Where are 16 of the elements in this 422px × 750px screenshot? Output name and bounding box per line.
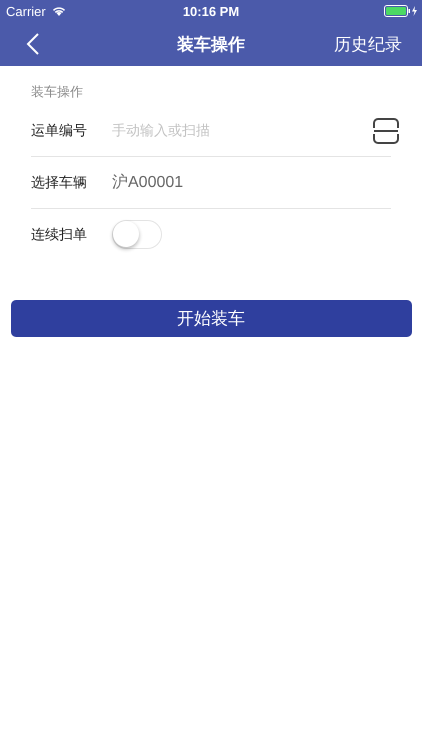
back-icon[interactable] xyxy=(26,32,40,56)
toggle-switch[interactable] xyxy=(112,220,162,249)
start-button[interactable]: 开始装车 xyxy=(10,300,412,337)
section-title: 装车操作 xyxy=(30,84,84,102)
vehicle-value[interactable]: 沪A00001 xyxy=(112,172,184,193)
field-label: 运单编号 xyxy=(31,122,88,140)
scan-icon[interactable] xyxy=(372,116,400,144)
history-link[interactable]: 历史纪录 xyxy=(334,32,402,56)
field-label: 选择车辆 xyxy=(31,174,88,192)
nav-title: 装车操作 xyxy=(177,34,245,56)
field-label: 连续扫单 xyxy=(31,226,88,244)
input-field[interactable]: 手动输入或扫描 xyxy=(112,122,372,138)
status-time: 10:16 PM xyxy=(182,4,240,18)
carrier-label: Carrier xyxy=(6,4,46,18)
battery-icon xyxy=(384,5,418,17)
wifi-icon xyxy=(52,6,66,16)
